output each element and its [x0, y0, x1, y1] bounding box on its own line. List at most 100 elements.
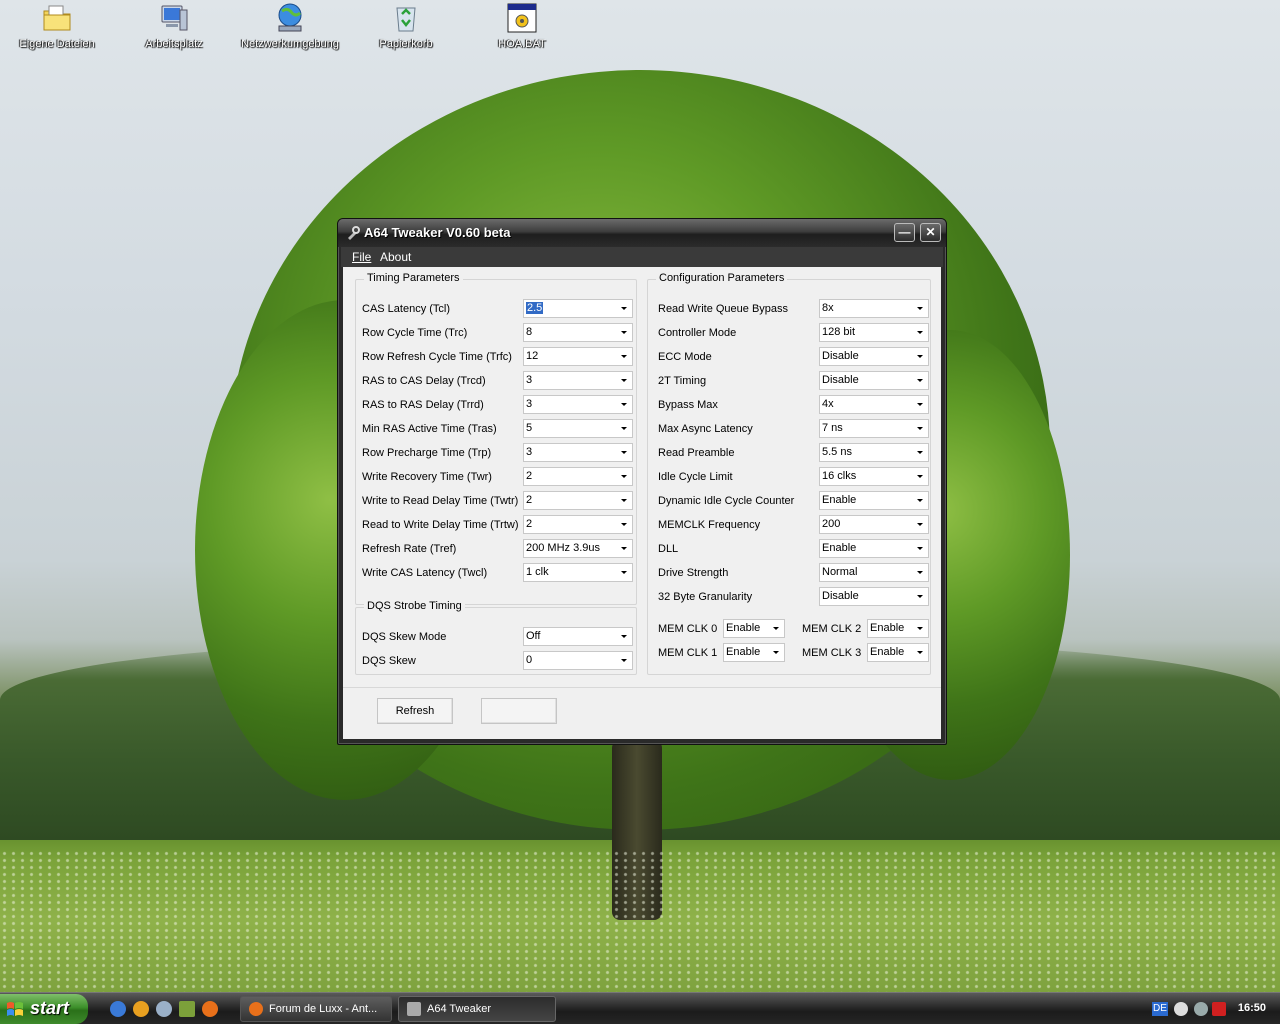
combo-read-preamble[interactable]: 5.5 ns — [819, 443, 929, 462]
combo-trfc[interactable]: 12 — [523, 347, 633, 366]
tray-volume-icon[interactable] — [1194, 1002, 1208, 1016]
row-label-tref: Refresh Rate (Tref) — [362, 543, 457, 555]
my-documents-folder-icon — [43, 5, 71, 31]
row-label-max-async-latency: Max Async Latency — [658, 423, 753, 435]
combo-controller-mode[interactable]: 128 bit — [819, 323, 929, 342]
start-label: start — [30, 998, 70, 1018]
desktop-icon-hoa-bat[interactable]: HOA.BAT — [467, 2, 577, 50]
desktop-icon-network[interactable]: Netzwerkumgebung — [235, 2, 345, 50]
quicklaunch-app-icon[interactable] — [179, 1001, 195, 1017]
start-button[interactable]: start — [0, 994, 88, 1024]
combo-value: Disable — [822, 374, 859, 386]
taskbar-item-a64-tweaker[interactable]: A64 Tweaker — [398, 996, 556, 1022]
minimize-button[interactable]: — — [894, 223, 915, 242]
chevron-down-icon — [912, 565, 927, 580]
quicklaunch-firefox-icon[interactable] — [202, 1001, 218, 1017]
quicklaunch-info-icon[interactable] — [133, 1001, 149, 1017]
row-label-tcl: CAS Latency (Tcl) — [362, 303, 451, 315]
combo-tref[interactable]: 200 MHz 3.9us — [523, 539, 633, 558]
row-label-trcd: RAS to CAS Delay (Trcd) — [362, 375, 486, 387]
row-label-dqs-skew-mode: DQS Skew Mode — [362, 631, 447, 643]
combo-mem-clk-2[interactable]: Enable — [867, 619, 929, 638]
combo-max-async-latency[interactable]: 7 ns — [819, 419, 929, 438]
chevron-down-icon — [616, 421, 631, 436]
combo-rw-queue-bypass[interactable]: 8x — [819, 299, 929, 318]
chevron-down-icon — [912, 301, 927, 316]
desktop-icon-my-documents[interactable]: Eigene Dateien — [2, 2, 112, 50]
combo-dynamic-idle-cycle-counter[interactable]: Enable — [819, 491, 929, 510]
combo-tras[interactable]: 5 — [523, 419, 633, 438]
desktop-icon-label: HOA.BAT — [498, 38, 546, 50]
combo-value: 12 — [526, 350, 539, 362]
meadow — [0, 850, 1280, 992]
combo-idle-cycle-limit[interactable]: 16 clks — [819, 467, 929, 486]
combo-trrd[interactable]: 3 — [523, 395, 633, 414]
combo-value: 8 — [526, 326, 533, 338]
close-button[interactable]: ✕ — [920, 223, 941, 242]
row-label-ecc-mode: ECC Mode — [658, 351, 712, 363]
combo-twr[interactable]: 2 — [523, 467, 633, 486]
combo-twcl[interactable]: 1 clk — [523, 563, 633, 582]
combo-value: 5.5 ns — [822, 446, 852, 458]
combo-bypass-max[interactable]: 4x — [819, 395, 929, 414]
taskbar-item-firefox[interactable]: Forum de Luxx - Ant... — [240, 996, 392, 1022]
chevron-down-icon — [616, 469, 631, 484]
combo-value: 3 — [526, 398, 533, 410]
menu-file[interactable]: File — [352, 250, 371, 264]
combo-ecc-mode[interactable]: Disable — [819, 347, 929, 366]
tray-clock[interactable]: 16:50 — [1238, 1002, 1266, 1014]
combo-twtr[interactable]: 2 — [523, 491, 633, 510]
window-titlebar[interactable]: A64 Tweaker V0.60 beta — ✕ — [338, 219, 946, 247]
menu-about[interactable]: About — [380, 250, 411, 264]
combo-value: 0 — [526, 654, 533, 666]
language-indicator[interactable]: DE — [1152, 1002, 1168, 1016]
timing-parameters-title: Timing Parameters — [364, 272, 463, 284]
combo-trtw[interactable]: 2 — [523, 515, 633, 534]
desktop-icon-label: Papierkorb — [379, 38, 433, 50]
combo-mem-clk-0[interactable]: Enable — [723, 619, 785, 638]
chevron-down-icon — [768, 621, 783, 636]
combo-trp[interactable]: 3 — [523, 443, 633, 462]
chevron-down-icon — [912, 349, 927, 364]
combo-2t-timing[interactable]: Disable — [819, 371, 929, 390]
combo-value: Enable — [822, 542, 857, 554]
desktop-icon-label: Netzwerkumgebung — [241, 38, 339, 50]
taskbar: start Forum de Luxx - Ant... A64 Tweaker… — [0, 992, 1280, 1024]
refresh-button[interactable]: Refresh — [377, 698, 453, 724]
combo-value: 2 — [526, 494, 533, 506]
combo-value: Normal — [822, 566, 858, 578]
combo-mem-clk-1[interactable]: Enable — [723, 643, 785, 662]
quicklaunch-ie-icon[interactable] — [110, 1001, 126, 1017]
combo-mem-clk-3[interactable]: Enable — [867, 643, 929, 662]
chevron-down-icon — [912, 397, 927, 412]
tray-antivirus-icon[interactable] — [1212, 1002, 1226, 1016]
combo-value: 3 — [526, 446, 533, 458]
desktop-icon-recycle-bin[interactable]: Papierkorb — [351, 2, 461, 50]
combo-drive-strength[interactable]: Normal — [819, 563, 929, 582]
chevron-down-icon — [616, 445, 631, 460]
tray-collapse-icon[interactable] — [1174, 1002, 1188, 1016]
chevron-down-icon — [912, 421, 927, 436]
combo-value: 5 — [526, 422, 533, 434]
row-label-dqs-skew: DQS Skew — [362, 655, 416, 667]
chevron-down-icon — [912, 589, 927, 604]
combo-dqs-skew-mode[interactable]: Off — [523, 627, 633, 646]
chevron-down-icon — [616, 517, 631, 532]
combo-32-byte-granularity[interactable]: Disable — [819, 587, 929, 606]
combo-tcl[interactable]: 2.5 — [523, 299, 633, 318]
combo-trcd[interactable]: 3 — [523, 371, 633, 390]
chevron-down-icon — [912, 517, 927, 532]
firefox-icon — [249, 1002, 263, 1016]
combo-dqs-skew[interactable]: 0 — [523, 651, 633, 670]
apply-button[interactable] — [481, 698, 557, 724]
combo-value: 1 clk — [526, 566, 549, 578]
combo-dll[interactable]: Enable — [819, 539, 929, 558]
combo-value: Disable — [822, 590, 859, 602]
desktop-icon-my-computer[interactable]: Arbeitsplatz — [119, 2, 229, 50]
combo-value: Off — [526, 630, 541, 642]
combo-memclk-frequency[interactable]: 200 — [819, 515, 929, 534]
quicklaunch-media-icon[interactable] — [156, 1001, 172, 1017]
combo-value: 128 bit — [822, 326, 856, 338]
chevron-down-icon — [616, 493, 631, 508]
combo-trc[interactable]: 8 — [523, 323, 633, 342]
